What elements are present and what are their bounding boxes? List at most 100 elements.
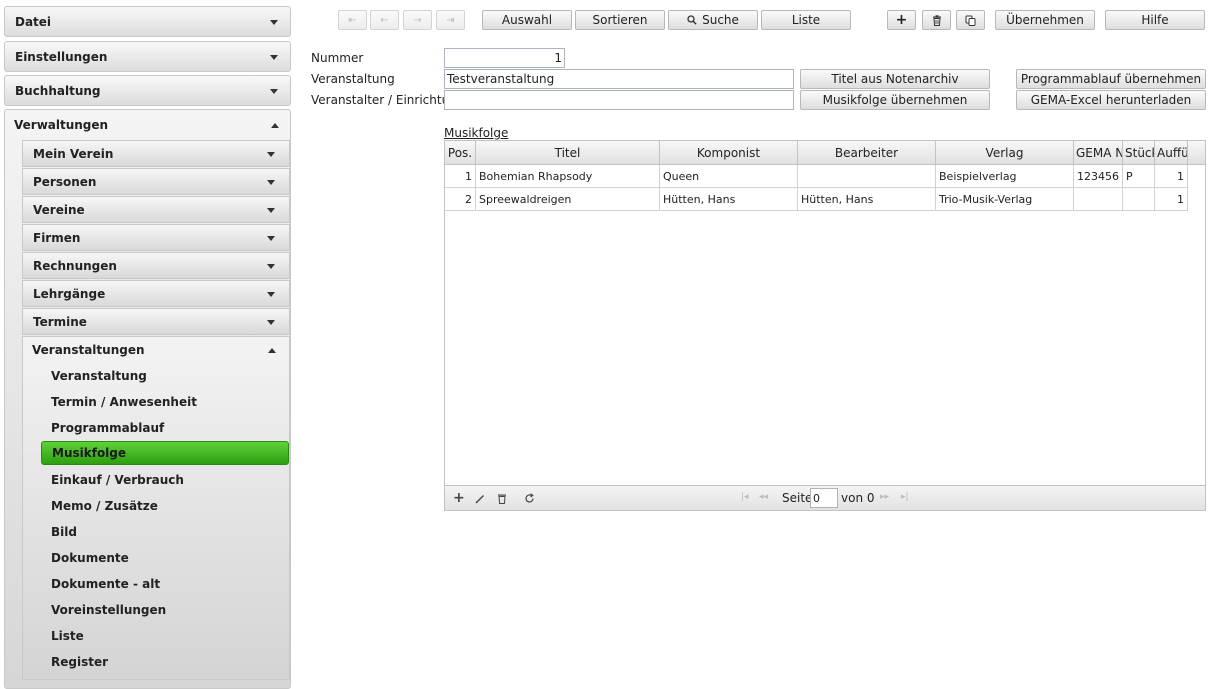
- accordion-datei[interactable]: Datei: [4, 6, 291, 37]
- sidebar-item-programmablauf[interactable]: Programmablauf: [41, 416, 289, 440]
- sidebar-item-veranstaltung[interactable]: Veranstaltung: [41, 364, 289, 388]
- cell-pos[interactable]: 1: [445, 165, 476, 188]
- edit-icon[interactable]: [475, 494, 485, 504]
- cell-komponist[interactable]: Hütten, Hans: [660, 188, 798, 211]
- button-label: Hilfe: [1141, 13, 1169, 27]
- cell-gema[interactable]: 123456: [1074, 165, 1123, 188]
- liste-button[interactable]: Liste: [761, 10, 851, 30]
- auswahl-button[interactable]: Auswahl: [482, 10, 572, 30]
- next-page-icon[interactable]: ▸▸: [880, 492, 889, 502]
- add-record-button[interactable]: +: [887, 10, 916, 30]
- cell-auffuehrungen[interactable]: 1: [1155, 165, 1188, 188]
- sidebar-item-vereine[interactable]: Vereine: [22, 196, 290, 223]
- search-icon: [687, 15, 697, 25]
- last-page-icon[interactable]: ▸|: [901, 492, 909, 502]
- sidebar-item-dokumente[interactable]: Dokumente: [41, 546, 289, 570]
- cell-komponist[interactable]: Queen: [660, 165, 798, 188]
- sidebar-item-rechnungen[interactable]: Rechnungen: [22, 252, 290, 279]
- hilfe-button[interactable]: Hilfe: [1105, 10, 1205, 30]
- cell-bearbeiter[interactable]: [798, 165, 936, 188]
- programmablauf-uebernehmen-button[interactable]: Programmablauf übernehmen: [1016, 69, 1206, 89]
- sidebar-item-label: Mein Verein: [33, 146, 114, 161]
- sidebar-item-register[interactable]: Register: [41, 650, 289, 674]
- suche-button[interactable]: Suche: [668, 10, 758, 30]
- veranstalter-field[interactable]: [444, 90, 794, 110]
- seite-label: Seite: [782, 491, 813, 505]
- cell-titel[interactable]: Bohemian Rhapsody: [476, 165, 660, 188]
- chevron-up-icon: [271, 122, 279, 128]
- cell-stueck[interactable]: P: [1123, 165, 1155, 188]
- sidebar-item-label: Memo / Zusätze: [51, 499, 158, 513]
- header-label: GEMA N: [1076, 145, 1123, 160]
- cell-auffuehrungen[interactable]: 1: [1155, 188, 1188, 211]
- column-header-pos[interactable]: Pos.: [445, 141, 476, 164]
- nummer-field[interactable]: [444, 48, 565, 68]
- chevron-down-icon: [267, 151, 275, 157]
- button-label: Titel aus Notenarchiv: [831, 72, 959, 86]
- sidebar-item-termin-anwesenheit[interactable]: Termin / Anwesenheit: [41, 390, 289, 414]
- cell-gema[interactable]: [1074, 188, 1123, 211]
- cell-verlag[interactable]: Trio-Musik-Verlag: [936, 188, 1074, 211]
- titel-aus-notenarchiv-button[interactable]: Titel aus Notenarchiv: [800, 69, 990, 89]
- sidebar-item-memo-zusaetze[interactable]: Memo / Zusätze: [41, 494, 289, 518]
- accordion-einstellungen[interactable]: Einstellungen: [4, 41, 291, 72]
- refresh-icon[interactable]: [524, 493, 535, 504]
- sidebar-item-lehrgaenge[interactable]: Lehrgänge: [22, 280, 290, 307]
- column-header-komponist[interactable]: Komponist: [660, 141, 798, 164]
- column-header-auffuehrungen[interactable]: Auffü: [1155, 141, 1188, 164]
- sortieren-button[interactable]: Sortieren: [575, 10, 665, 30]
- sidebar-item-voreinstellungen[interactable]: Voreinstellungen: [41, 598, 289, 622]
- musikfolge-uebernehmen-button[interactable]: Musikfolge übernehmen: [800, 90, 990, 110]
- table-row[interactable]: 2 Spreewaldreigen Hütten, Hans Hütten, H…: [445, 188, 1188, 211]
- sidebar-item-veranstaltungen[interactable]: Veranstaltungen: [22, 336, 290, 363]
- sidebar-item-personen[interactable]: Personen: [22, 168, 290, 195]
- header-label: Auffü: [1157, 145, 1188, 160]
- cell-bearbeiter[interactable]: Hütten, Hans: [798, 188, 936, 211]
- first-record-button[interactable]: ⇤: [338, 10, 367, 30]
- column-header-gema[interactable]: GEMA N: [1074, 141, 1123, 164]
- grid-footer: + |◂ ◂◂ Seite von 0 ▸▸ ▸|: [445, 485, 1205, 510]
- accordion-verwaltungen[interactable]: Verwaltungen: [4, 109, 291, 140]
- accordion-buchhaltung[interactable]: Buchhaltung: [4, 75, 291, 106]
- first-page-icon[interactable]: |◂: [741, 492, 749, 502]
- column-header-stueck[interactable]: Stück: [1123, 141, 1155, 164]
- trash-icon[interactable]: [497, 493, 507, 504]
- plus-icon[interactable]: +: [453, 490, 465, 506]
- column-header-titel[interactable]: Titel: [476, 141, 660, 164]
- table-row[interactable]: 1 Bohemian Rhapsody Queen Beispielverlag…: [445, 165, 1188, 188]
- accordion-label: Datei: [15, 14, 52, 29]
- sidebar-item-musikfolge[interactable]: Musikfolge: [41, 441, 289, 465]
- sidebar-item-einkauf-verbrauch[interactable]: Einkauf / Verbrauch: [41, 468, 289, 492]
- sidebar-item-liste[interactable]: Liste: [41, 624, 289, 648]
- sidebar-item-label: Termin / Anwesenheit: [51, 395, 197, 409]
- prev-page-icon[interactable]: ◂◂: [759, 492, 768, 502]
- button-label: Liste: [791, 13, 821, 27]
- veranstaltung-field[interactable]: [444, 69, 794, 89]
- delete-record-button[interactable]: [922, 10, 951, 30]
- sidebar-item-mein-verein[interactable]: Mein Verein: [22, 140, 290, 167]
- gema-excel-herunterladen-button[interactable]: GEMA-Excel herunterladen: [1016, 90, 1206, 110]
- sidebar-item-termine[interactable]: Termine: [22, 308, 290, 335]
- musikfolge-grid: Pos. Titel Komponist Bearbeiter Verlag G…: [444, 140, 1206, 511]
- last-record-button[interactable]: ⇥: [436, 10, 465, 30]
- sidebar-item-firmen[interactable]: Firmen: [22, 224, 290, 251]
- page-number-input[interactable]: [810, 488, 838, 508]
- musikfolge-title: Musikfolge: [444, 126, 509, 140]
- sidebar-item-label: Musikfolge: [52, 446, 127, 460]
- cell-titel[interactable]: Spreewaldreigen: [476, 188, 660, 211]
- sidebar-item-bild[interactable]: Bild: [41, 520, 289, 544]
- column-header-bearbeiter[interactable]: Bearbeiter: [798, 141, 936, 164]
- uebernehmen-button[interactable]: Übernehmen: [995, 10, 1095, 30]
- header-label: Komponist: [696, 145, 761, 160]
- copy-record-button[interactable]: [956, 10, 985, 30]
- accordion-label: Verwaltungen: [14, 117, 109, 132]
- prev-record-button[interactable]: ←: [370, 10, 399, 30]
- sidebar-item-dokumente-alt[interactable]: Dokumente - alt: [41, 572, 289, 596]
- cell-pos[interactable]: 2: [445, 188, 476, 211]
- cell-stueck[interactable]: [1123, 188, 1155, 211]
- button-label: GEMA-Excel herunterladen: [1030, 93, 1192, 107]
- cell-verlag[interactable]: Beispielverlag: [936, 165, 1074, 188]
- sidebar-item-label: Veranstaltung: [51, 369, 147, 383]
- next-record-button[interactable]: →: [403, 10, 432, 30]
- column-header-verlag[interactable]: Verlag: [936, 141, 1074, 164]
